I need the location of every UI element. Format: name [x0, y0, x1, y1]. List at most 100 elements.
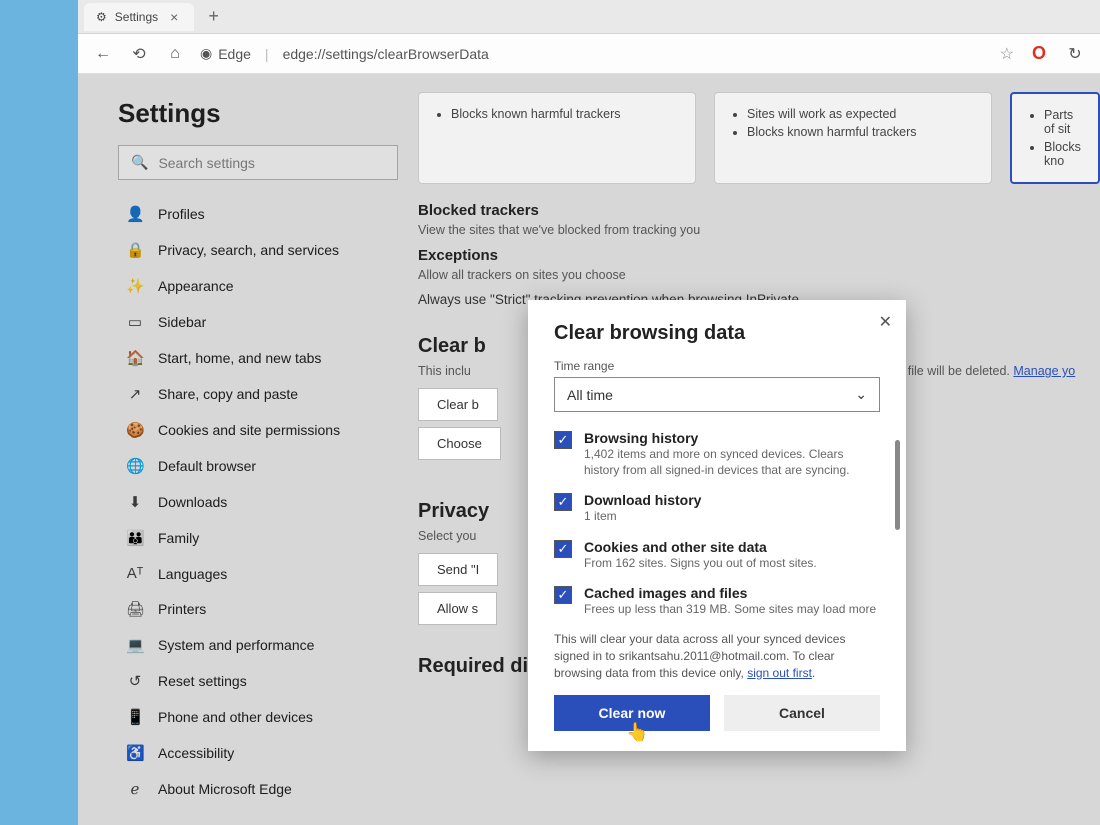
sidebar-item[interactable]: 📱Phone and other devices: [118, 701, 398, 733]
new-tab-button[interactable]: +: [202, 6, 225, 27]
option-title: Browsing history: [584, 430, 880, 446]
option-desc: From 162 sites. Signs you out of most si…: [584, 555, 817, 571]
sidebar-icon: 👪: [126, 529, 144, 547]
sidebar-icon: 👤: [126, 205, 144, 223]
sidebar-item[interactable]: ♿ Accessibility: [118, 737, 398, 769]
sidebar-item[interactable]: ↗ Share, copy and paste: [118, 378, 398, 410]
sidebar-icon: ♿: [126, 744, 144, 762]
sidebar-item[interactable]: 🔒 Privacy, search, and services: [118, 234, 398, 266]
sidebar-label: Reset settings: [158, 673, 247, 689]
toolbar: ← ⟲ ⌂ ◉ Edge | edge://settings/clearBrow…: [78, 34, 1100, 74]
sidebar-icon: ℯ: [126, 780, 144, 798]
sidebar-label: System and performance: [158, 637, 314, 653]
sidebar-icon: ✨: [126, 277, 144, 295]
clear-option-row: ✓ Cookies and other site dataFrom 162 sit…: [554, 539, 880, 571]
sidebar-icon: 🏠: [126, 349, 144, 367]
sidebar-icon: 🔒: [126, 241, 144, 259]
toolbar-right: ☆ O ↻: [1000, 43, 1086, 64]
sidebar-item[interactable]: 🍪 Cookies and site permissions: [118, 414, 398, 446]
sidebar-label: Privacy, search, and services: [158, 242, 339, 258]
edge-icon: ◉: [200, 45, 212, 62]
clear-browsing-button[interactable]: Clear b: [418, 388, 498, 421]
exceptions-sub: Allow all trackers on sites you choose: [418, 268, 1100, 282]
search-settings-input[interactable]: 🔍 Search settings: [118, 145, 398, 180]
text-fragment: file will be deleted.: [908, 364, 1014, 378]
sidebar-item[interactable]: 👤 Profiles: [118, 198, 398, 230]
option-title: Cached images and files: [584, 585, 876, 601]
sidebar-icon: ↗: [126, 385, 144, 403]
opera-icon[interactable]: O: [1032, 43, 1046, 64]
tab-title: Settings: [115, 10, 158, 24]
search-icon: 🔍: [131, 154, 148, 171]
sidebar-icon: Aᵀ: [126, 565, 144, 582]
sidebar-label: Accessibility: [158, 745, 234, 761]
sidebar-icon: 💻: [126, 636, 144, 654]
tab-strip: ⚙ Settings × +: [78, 0, 1100, 34]
edge-identity: ◉ Edge: [200, 45, 251, 62]
sidebar-item[interactable]: ▭Sidebar: [118, 306, 398, 338]
dialog-close-button[interactable]: ✕: [879, 312, 892, 332]
time-range-select[interactable]: All time ⌄: [554, 377, 880, 412]
sign-out-link[interactable]: sign out first: [747, 666, 812, 680]
back-button[interactable]: ←: [92, 45, 114, 63]
sidebar-item[interactable]: AᵀLanguages: [118, 558, 398, 589]
choose-what-button[interactable]: Choose: [418, 427, 501, 460]
sidebar-label: Cookies and site permissions: [158, 422, 340, 438]
home-button[interactable]: ⌂: [164, 45, 186, 63]
sidebar-item[interactable]: 🌐Default browser: [118, 450, 398, 482]
sidebar-icon: ▭: [126, 313, 144, 331]
sidebar-item[interactable]: 👪Family: [118, 522, 398, 554]
clear-now-button[interactable]: Clear now: [554, 695, 710, 731]
clear-browsing-data-dialog: ✕ Clear browsing data Time range All tim…: [528, 300, 906, 751]
sidebar-item[interactable]: 🏠Start, home, and new tabs: [118, 342, 398, 374]
checkbox[interactable]: ✓: [554, 493, 572, 511]
sidebar-item[interactable]: ✨Appearance: [118, 270, 398, 302]
gear-icon: ⚙: [96, 10, 107, 24]
checkbox[interactable]: ✓: [554, 586, 572, 604]
search-placeholder: Search settings: [158, 155, 255, 171]
text-fragment: This inclu: [418, 364, 471, 378]
settings-sidebar: Settings 🔍 Search settings 👤Profiles🔒Pri…: [78, 74, 418, 825]
dialog-scrollbar[interactable]: [895, 440, 900, 530]
option-title: Download history: [584, 492, 701, 508]
sidebar-item[interactable]: ⬇ Downloads: [118, 486, 398, 518]
sidebar-icon: 📱: [126, 708, 144, 726]
sidebar-label: Default browser: [158, 458, 256, 474]
cancel-button[interactable]: Cancel: [724, 695, 880, 731]
tracking-card-balanced[interactable]: Blocks known harmful trackers: [418, 92, 696, 184]
browser-tab[interactable]: ⚙ Settings ×: [84, 3, 194, 31]
sidebar-label: Downloads: [158, 494, 227, 510]
address-bar[interactable]: edge://settings/clearBrowserData: [283, 46, 986, 62]
sidebar-label: About Microsoft Edge: [158, 781, 292, 797]
sidebar-icon: ↺: [126, 672, 144, 690]
option-desc: 1,402 items and more on synced devices. …: [584, 446, 880, 478]
exceptions-heading: Exceptions: [418, 247, 1100, 264]
option-desc: 1 item: [584, 508, 701, 524]
clear-options-list: ✓ Browsing history1,402 items and more on…: [554, 430, 880, 617]
checkbox[interactable]: ✓: [554, 431, 572, 449]
time-range-label: Time range: [554, 359, 880, 373]
chevron-down-icon: ⌄: [855, 386, 867, 403]
reload-button[interactable]: ⟲: [128, 44, 150, 64]
send-do-not-track-button[interactable]: Send "I: [418, 553, 498, 586]
sidebar-label: Share, copy and paste: [158, 386, 298, 402]
clear-option-row: ✓ Download history1 item: [554, 492, 880, 524]
sidebar-item[interactable]: ℯ About Microsoft Edge: [118, 773, 398, 805]
tracking-card-strict[interactable]: Parts of sit Blocks kno: [1010, 92, 1100, 184]
sidebar-label: Profiles: [158, 206, 205, 222]
option-title: Cookies and other site data: [584, 539, 817, 555]
card-bullet: Blocks kno: [1044, 140, 1084, 168]
tracking-card-2[interactable]: Sites will work as expected Blocks known…: [714, 92, 992, 184]
allow-sites-button[interactable]: Allow s: [418, 592, 497, 625]
sidebar-item[interactable]: 🖨Printers: [118, 593, 398, 625]
checkbox[interactable]: ✓: [554, 540, 572, 558]
sidebar-icon: ⬇: [126, 493, 144, 511]
close-tab-icon[interactable]: ×: [166, 9, 182, 25]
sidebar-icon: 🍪: [126, 421, 144, 439]
manage-link[interactable]: Manage yo: [1013, 364, 1075, 378]
sidebar-item[interactable]: 💻 System and performance: [118, 629, 398, 661]
favorite-icon[interactable]: ☆: [1000, 44, 1014, 64]
card-bullet: Sites will work as expected: [747, 107, 977, 121]
refresh-right-icon[interactable]: ↻: [1064, 44, 1086, 64]
sidebar-item[interactable]: ↺ Reset settings: [118, 665, 398, 697]
